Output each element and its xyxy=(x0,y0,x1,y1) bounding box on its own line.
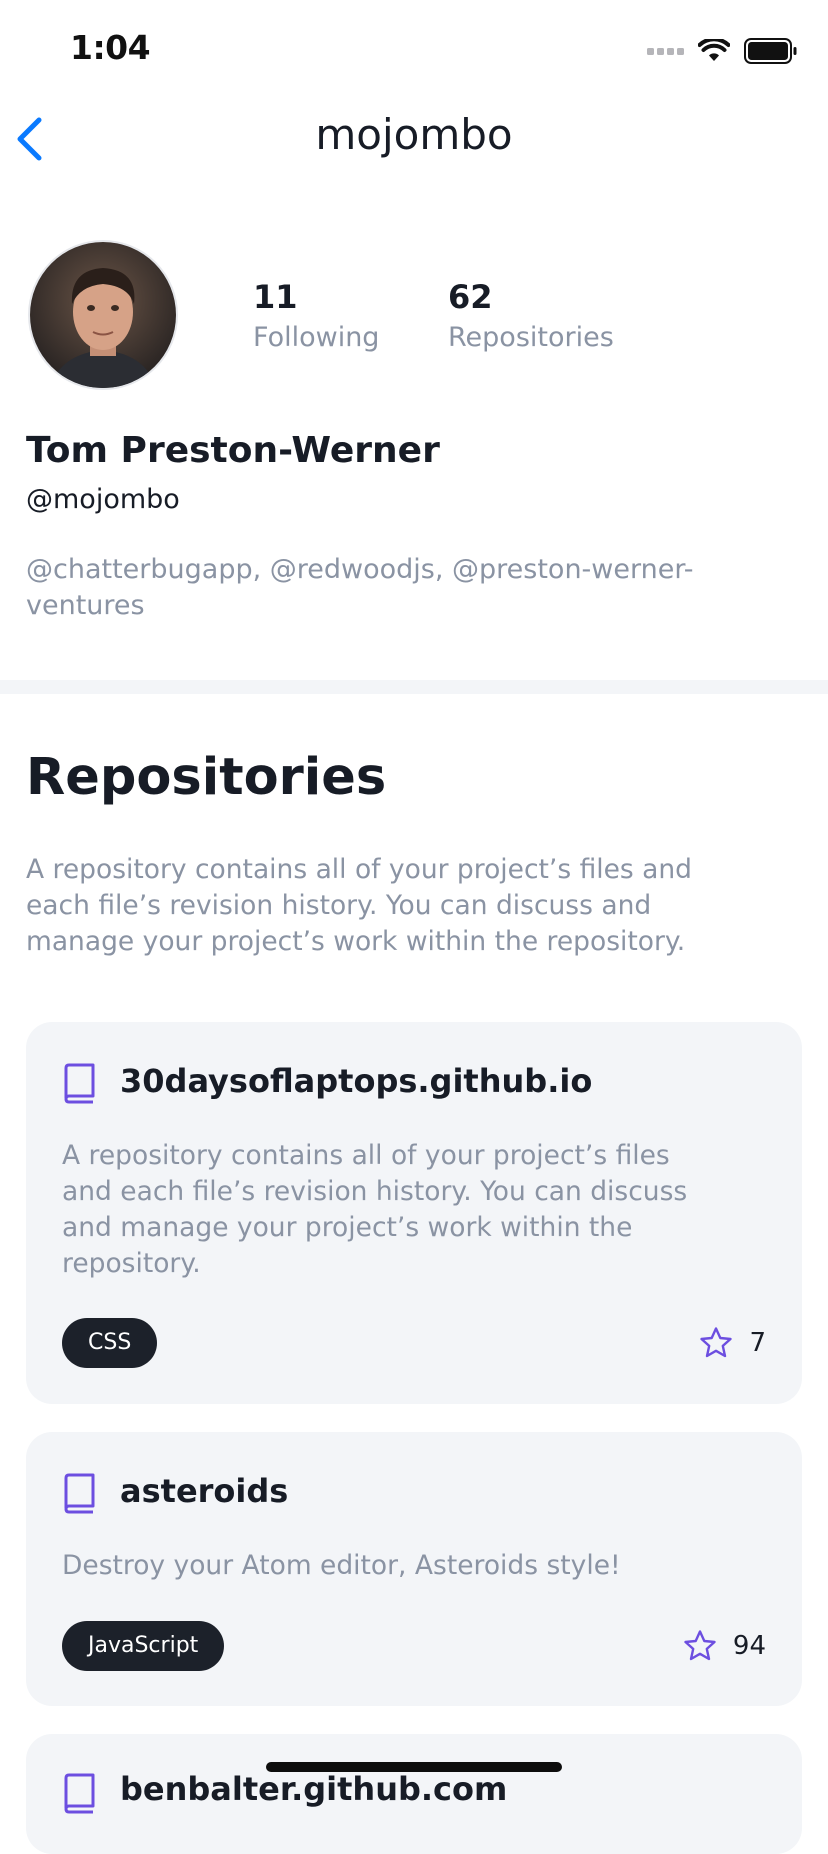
avatar xyxy=(28,240,178,390)
repo-book-icon xyxy=(64,1063,95,1104)
page-title: mojombo xyxy=(315,110,513,159)
profile-bio: @chatterbugapp, @redwoodjs, @preston-wer… xyxy=(26,554,694,621)
wifi-icon xyxy=(698,39,730,61)
back-chevron-icon[interactable] xyxy=(12,114,50,164)
repo-name[interactable]: benbalter.github.com xyxy=(120,1770,507,1808)
repo-book-icon xyxy=(64,1773,95,1814)
section-divider xyxy=(0,680,828,694)
section-description: A repository contains all of your projec… xyxy=(26,854,693,957)
home-indicator[interactable] xyxy=(266,1762,562,1772)
star-icon xyxy=(700,1327,733,1358)
profile-name: Tom Preston-Werner xyxy=(26,430,440,471)
following-label[interactable]: Following xyxy=(253,322,379,353)
profile-handle: @mojombo xyxy=(26,484,180,515)
star-icon xyxy=(684,1630,716,1661)
language-badge: CSS xyxy=(62,1318,158,1368)
repo-name[interactable]: 30daysoflaptops.github.io xyxy=(120,1062,592,1100)
language-badge: JavaScript xyxy=(62,1621,225,1671)
repo-card[interactable]: 30daysoflaptops.github.io A repository c… xyxy=(26,1022,802,1404)
star-count: 7 xyxy=(749,1328,766,1358)
repo-description: A repository contains all of your projec… xyxy=(62,1140,688,1279)
status-icons xyxy=(647,34,798,68)
repositories-count[interactable]: 62 xyxy=(448,278,493,316)
status-time: 1:04 xyxy=(70,28,151,67)
repo-name[interactable]: asteroids xyxy=(120,1472,288,1510)
signal-icon xyxy=(647,47,684,55)
following-count[interactable]: 11 xyxy=(253,278,298,316)
repo-card[interactable]: benbalter.github.com xyxy=(26,1734,802,1854)
star-count: 94 xyxy=(732,1631,766,1661)
repo-description: Destroy your Atom editor, Asteroids styl… xyxy=(62,1550,621,1581)
repo-stars: 94 xyxy=(683,1626,766,1666)
section-title: Repositories xyxy=(26,748,387,807)
repo-stars: 7 xyxy=(699,1323,766,1363)
battery-icon xyxy=(744,38,797,64)
repo-card[interactable]: asteroids Destroy your Atom editor, Aste… xyxy=(26,1432,802,1706)
repo-book-icon xyxy=(64,1473,95,1514)
repositories-label[interactable]: Repositories xyxy=(448,322,614,353)
